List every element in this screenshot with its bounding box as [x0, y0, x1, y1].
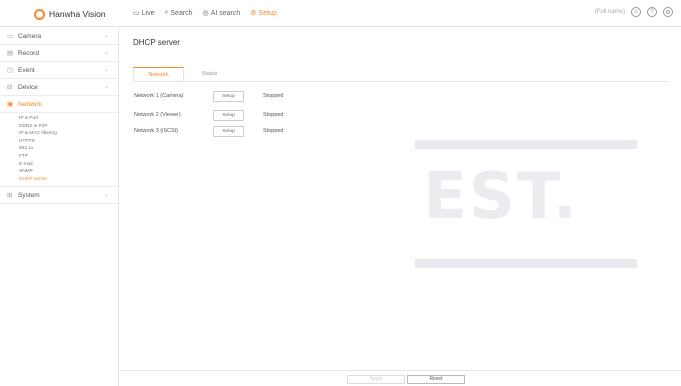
- nav-search[interactable]: ⌕ Search: [164, 9, 192, 17]
- system-icon: ⊞: [7, 192, 13, 200]
- sidebar-item-label: Camera: [18, 32, 42, 40]
- sidebar-item-camera[interactable]: ▭ Camera ⌄: [0, 28, 118, 45]
- sidebar-item-system[interactable]: ⊞ System ⌄: [0, 187, 118, 205]
- sidebar-item-device[interactable]: ⊟ Device ⌄: [0, 79, 118, 96]
- nav-live-label: Live: [141, 9, 155, 17]
- tab-bar: Network Status: [133, 67, 235, 81]
- network-label: Network 3 (iSCSI): [134, 128, 179, 134]
- network-row: Network 1 (Camera) Setup Stopped: [134, 90, 284, 102]
- chevron-down-icon: ⌄: [103, 33, 109, 39]
- nav-ai-search[interactable]: ◎ AI search: [202, 9, 241, 18]
- gear-icon: ⚙: [250, 10, 257, 17]
- submenu-ftp[interactable]: FTP: [19, 153, 118, 161]
- submenu-snmp[interactable]: SNMP: [19, 168, 118, 176]
- hanwha-logo-icon: [34, 8, 45, 20]
- watermark-top-bar: [415, 140, 637, 149]
- sidebar-item-label: Network: [18, 100, 42, 108]
- watermark: EST.: [415, 140, 637, 268]
- device-icon: ⊟: [7, 84, 13, 91]
- submenu-dhcp-server[interactable]: DHCP server: [19, 176, 118, 184]
- event-icon: ◫: [7, 67, 14, 74]
- status-text: Stopped: [263, 112, 284, 118]
- sidebar-item-label: Record: [18, 49, 39, 57]
- submenu-ddns-p2p[interactable]: DDNS & P2P: [19, 123, 118, 131]
- chevron-down-icon: ⌄: [103, 50, 109, 56]
- record-icon: ▤: [7, 50, 14, 57]
- watermark-text: EST.: [423, 160, 580, 234]
- sidebar-item-label: Event: [18, 66, 35, 74]
- reset-button[interactable]: Reset: [407, 375, 465, 384]
- search-icon: ⌕: [164, 9, 169, 16]
- footer-bar: Apply Reset: [120, 370, 681, 386]
- user-name: (Full name): [594, 9, 625, 15]
- network-row: Network 2 (Viewer) Setup Stopped: [134, 109, 284, 121]
- nav-search-label: Search: [170, 9, 193, 17]
- submenu-8021x[interactable]: 802.1x: [19, 145, 118, 153]
- main-nav: ▭ Live ⌕ Search ◎ AI search ⚙ Setup: [133, 9, 277, 17]
- submenu-email[interactable]: E-mail: [19, 161, 118, 169]
- chevron-down-icon: ⌄: [103, 67, 109, 73]
- network-submenu: IP & Port DDNS & P2P IP & MAC filtering …: [0, 113, 118, 188]
- monitor-icon: ▭: [133, 10, 140, 17]
- submenu-ip-port[interactable]: IP & Port: [19, 115, 118, 123]
- setup-button[interactable]: Setup: [213, 125, 244, 137]
- network-label: Network 2 (Viewer): [134, 112, 181, 118]
- apply-button[interactable]: Apply: [347, 375, 405, 384]
- submenu-ip-mac-filtering[interactable]: IP & MAC filtering: [19, 130, 118, 138]
- nav-ai-search-label: AI search: [210, 9, 241, 17]
- settings-icon[interactable]: ⚙: [663, 7, 673, 17]
- nav-setup[interactable]: ⚙ Setup: [250, 9, 277, 18]
- page-title: DHCP server: [133, 38, 180, 47]
- tab-network[interactable]: Network: [133, 67, 184, 81]
- network-icon: ▣: [7, 101, 14, 108]
- status-text: Stopped: [263, 93, 284, 99]
- sidebar-item-network[interactable]: ▣ Network: [0, 96, 118, 113]
- nav-live[interactable]: ▭ Live: [133, 9, 155, 18]
- utility-area: (Full name) ☺ ? ⚙: [595, 7, 673, 17]
- chevron-down-icon: ⌄: [103, 84, 109, 90]
- submenu-https[interactable]: HTTPS: [19, 138, 118, 146]
- sidebar-item-event[interactable]: ◫ Event ⌄: [0, 62, 118, 79]
- network-row: Network 3 (iSCSI) Setup Stopped: [134, 125, 284, 137]
- tab-divider: [133, 81, 669, 82]
- user-icon[interactable]: ☺: [631, 7, 641, 17]
- brand-name: Hanwha Vision: [49, 9, 106, 19]
- sidebar-item-label: System: [18, 191, 40, 199]
- tab-status[interactable]: Status: [184, 67, 235, 81]
- help-icon[interactable]: ?: [647, 7, 657, 17]
- sidebar: ▭ Camera ⌄ ▤ Record ⌄ ◫ Event ⌄ ⊟ Device…: [0, 28, 119, 386]
- network-label: Network 1 (Camera): [134, 93, 184, 99]
- sidebar-item-label: Device: [18, 83, 38, 91]
- top-bar: Hanwha Vision ▭ Live ⌕ Search ◎ AI searc…: [0, 0, 681, 27]
- brand-logo[interactable]: Hanwha Vision: [34, 6, 106, 22]
- camera-icon: ▭: [7, 33, 14, 40]
- nav-setup-label: Setup: [258, 9, 277, 17]
- chevron-down-icon: ⌄: [103, 192, 109, 199]
- sidebar-item-record[interactable]: ▤ Record ⌄: [0, 45, 118, 62]
- watermark-bottom-bar: [415, 259, 637, 268]
- status-text: Stopped: [263, 128, 284, 134]
- setup-button[interactable]: Setup: [213, 109, 244, 121]
- ai-search-icon: ◎: [202, 10, 209, 17]
- setup-button[interactable]: Setup: [213, 90, 244, 102]
